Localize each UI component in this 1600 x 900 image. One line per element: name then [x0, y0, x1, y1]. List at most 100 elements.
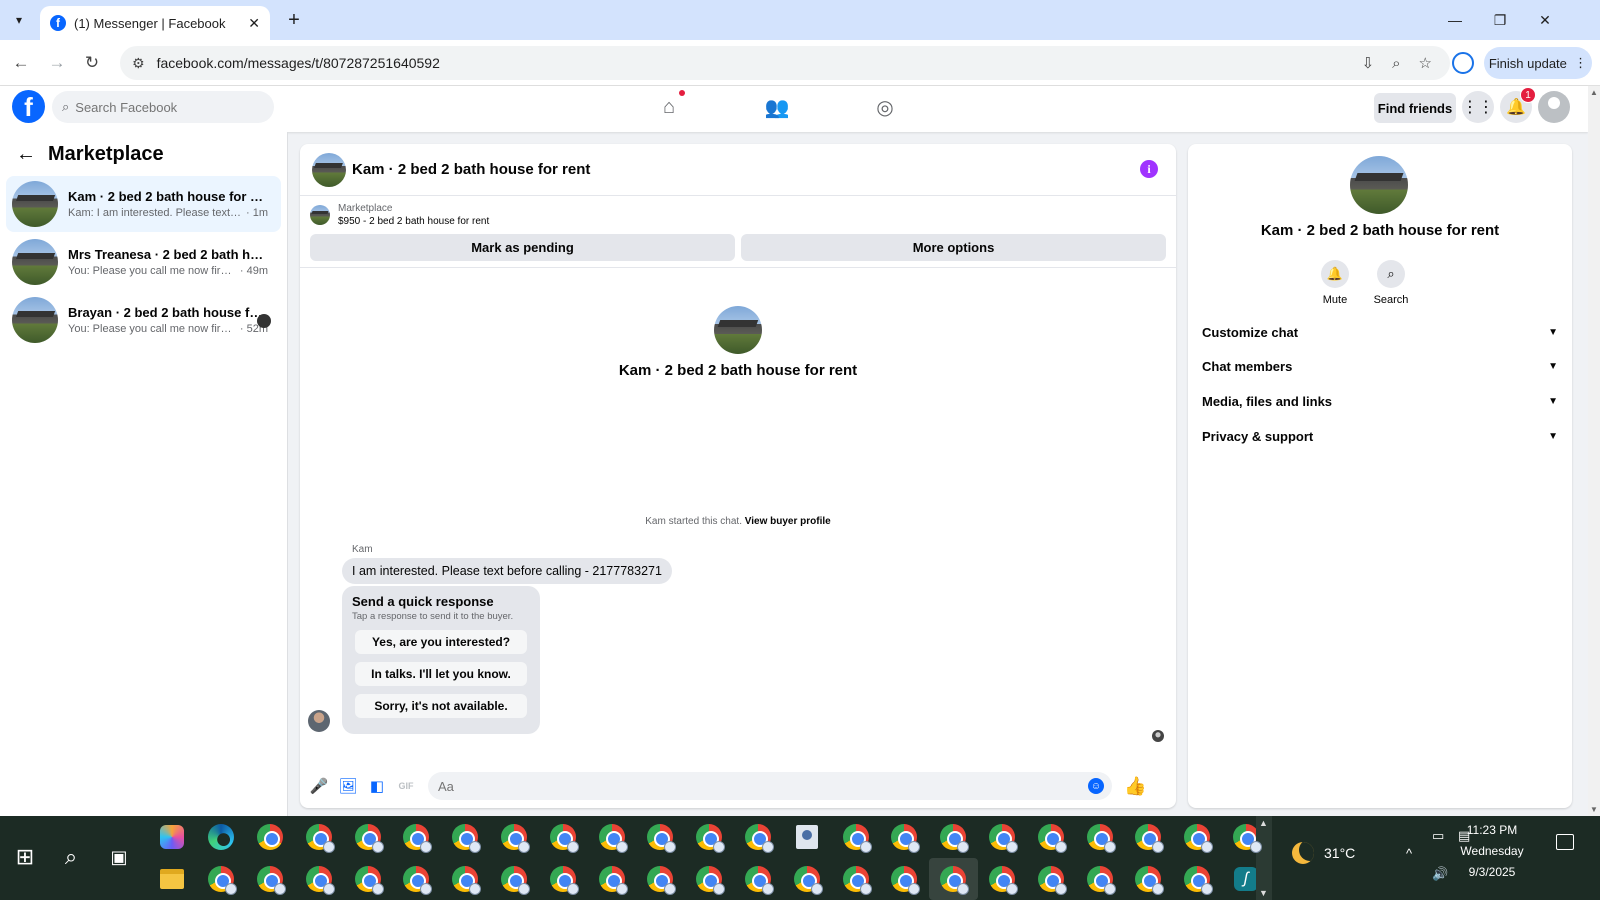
- media-files-links-section[interactable]: Media, files and links ▼: [1200, 384, 1560, 418]
- taskbar-app[interactable]: [587, 858, 636, 900]
- thumbs-up-icon[interactable]: 👍: [1124, 776, 1146, 797]
- taskbar-app[interactable]: [1124, 858, 1173, 900]
- conversation-item[interactable]: Kam · 2 bed 2 bath house for rent Kam: I…: [6, 176, 281, 232]
- taskbar-app[interactable]: [197, 858, 246, 900]
- customize-chat-section[interactable]: Customize chat ▼: [1200, 315, 1560, 349]
- taskbar-app[interactable]: [685, 858, 734, 900]
- taskbar-app[interactable]: [294, 816, 343, 858]
- install-app-icon[interactable]: ⇩: [1362, 54, 1375, 72]
- buyer-avatar[interactable]: [308, 710, 330, 732]
- taskbar-app[interactable]: [782, 816, 831, 858]
- taskbar-app[interactable]: [831, 858, 880, 900]
- taskbar-app[interactable]: [441, 816, 490, 858]
- message-input[interactable]: [438, 778, 1088, 794]
- taskbar-app[interactable]: [538, 816, 587, 858]
- taskbar-app[interactable]: [1124, 816, 1173, 858]
- home-icon[interactable]: ⌂: [655, 90, 685, 120]
- menu-grid-icon[interactable]: ⋮⋮: [1462, 91, 1494, 123]
- view-buyer-profile-link[interactable]: View buyer profile: [745, 516, 831, 527]
- taskbar-app[interactable]: [392, 858, 441, 900]
- search-action[interactable]: ⌕ Search: [1366, 260, 1416, 306]
- taskbar-app[interactable]: [1026, 858, 1075, 900]
- taskbar-app[interactable]: [1026, 816, 1075, 858]
- taskbar-app[interactable]: [490, 816, 539, 858]
- tab-search-icon[interactable]: ▾: [6, 8, 32, 32]
- taskbar-app[interactable]: [343, 816, 392, 858]
- scroll-up-icon[interactable]: ▲: [1590, 88, 1598, 97]
- quick-response-button[interactable]: In talks. I'll let you know.: [355, 662, 527, 686]
- account-avatar[interactable]: [1538, 91, 1570, 123]
- more-options-button[interactable]: More options: [741, 234, 1166, 261]
- message-bubble[interactable]: I am interested. Please text before call…: [342, 558, 672, 584]
- taskbar-app[interactable]: [246, 858, 295, 900]
- friends-icon[interactable]: 👥: [763, 94, 791, 120]
- taskbar-scrollbar[interactable]: ▲ ▼: [1256, 816, 1272, 900]
- taskbar-app[interactable]: [880, 816, 929, 858]
- bookmark-star-icon[interactable]: ☆: [1419, 54, 1432, 72]
- window-close-icon[interactable]: ✕: [1530, 8, 1560, 32]
- taskbar-app[interactable]: [929, 816, 978, 858]
- taskbar-app[interactable]: [246, 816, 295, 858]
- taskbar-app[interactable]: [782, 858, 831, 900]
- taskbar-app-active[interactable]: [928, 858, 978, 900]
- taskbar-app[interactable]: [148, 816, 197, 858]
- scroll-down-icon[interactable]: ▼: [1259, 888, 1268, 898]
- taskbar-app[interactable]: [441, 858, 490, 900]
- taskbar-app[interactable]: [392, 816, 441, 858]
- quick-response-button[interactable]: Yes, are you interested?: [355, 630, 527, 654]
- taskbar-app[interactable]: [685, 816, 734, 858]
- search-icon[interactable]: ⌕: [56, 842, 86, 872]
- site-settings-icon[interactable]: ⚙: [132, 55, 145, 72]
- emoji-icon[interactable]: ☺: [1088, 778, 1104, 794]
- scroll-down-icon[interactable]: ▼: [1590, 805, 1598, 814]
- taskbar-app[interactable]: [1173, 816, 1222, 858]
- back-arrow-icon[interactable]: ←: [10, 52, 32, 74]
- taskbar-app[interactable]: [978, 816, 1027, 858]
- taskbar-app[interactable]: [490, 858, 539, 900]
- taskbar-app[interactable]: [1173, 858, 1222, 900]
- facebook-search-box[interactable]: ⌕: [52, 91, 274, 123]
- taskbar-app[interactable]: [197, 816, 246, 858]
- restore-icon[interactable]: ❐: [1485, 8, 1515, 32]
- taskbar-app[interactable]: [538, 858, 587, 900]
- chrome-profile-icon[interactable]: [1452, 52, 1474, 74]
- conversation-item[interactable]: Brayan · 2 bed 2 bath house for ... You:…: [6, 292, 281, 348]
- chat-title[interactable]: Kam · 2 bed 2 bath house for rent: [352, 161, 590, 178]
- chat-thumbnail[interactable]: [312, 152, 346, 187]
- mark-as-pending-button[interactable]: Mark as pending: [310, 234, 735, 261]
- show-hidden-icons-icon[interactable]: ^: [1406, 846, 1412, 861]
- task-view-icon[interactable]: ▣: [104, 842, 134, 872]
- search-icon[interactable]: ⌕: [1377, 260, 1405, 288]
- find-friends-button[interactable]: Find friends: [1374, 93, 1456, 123]
- facebook-logo-icon[interactable]: f: [12, 90, 45, 123]
- quick-response-button[interactable]: Sorry, it's not available.: [355, 694, 527, 718]
- microphone-icon[interactable]: 🎤: [306, 773, 332, 799]
- taskbar-app[interactable]: [734, 858, 783, 900]
- taskbar-app[interactable]: [880, 858, 929, 900]
- listing-summary[interactable]: Marketplace $950 - 2 bed 2 bath house fo…: [300, 196, 1176, 234]
- bell-icon[interactable]: 🔔: [1321, 260, 1349, 288]
- notification-center-icon[interactable]: [1556, 834, 1574, 850]
- groups-icon[interactable]: ◎: [871, 94, 899, 120]
- chat-members-section[interactable]: Chat members ▼: [1200, 349, 1560, 383]
- windows-start-icon[interactable]: ⊞: [10, 842, 40, 872]
- mute-action[interactable]: 🔔 Mute: [1310, 260, 1360, 306]
- finish-update-button[interactable]: Finish update ⋮: [1484, 47, 1592, 79]
- taskbar-app[interactable]: [978, 858, 1027, 900]
- taskbar-app[interactable]: [831, 816, 880, 858]
- taskbar-app[interactable]: [636, 858, 685, 900]
- tab-close-icon[interactable]: ✕: [248, 15, 260, 32]
- facebook-search-input[interactable]: [75, 99, 256, 115]
- taskbar-app[interactable]: [294, 858, 343, 900]
- reload-icon[interactable]: ↻: [81, 52, 103, 74]
- minimize-icon[interactable]: —: [1440, 8, 1470, 32]
- scroll-up-icon[interactable]: ▲: [1259, 818, 1268, 828]
- taskbar-app[interactable]: [148, 858, 197, 900]
- page-scrollbar[interactable]: ▲ ▼: [1588, 86, 1600, 816]
- zoom-icon[interactable]: ⌕: [1392, 55, 1400, 72]
- taskbar-app[interactable]: [343, 858, 392, 900]
- browser-tab[interactable]: f (1) Messenger | Facebook ✕: [40, 6, 270, 40]
- message-input-box[interactable]: ☺: [428, 772, 1112, 800]
- taskbar-app[interactable]: [1075, 858, 1124, 900]
- sticker-icon[interactable]: ◧: [364, 773, 390, 799]
